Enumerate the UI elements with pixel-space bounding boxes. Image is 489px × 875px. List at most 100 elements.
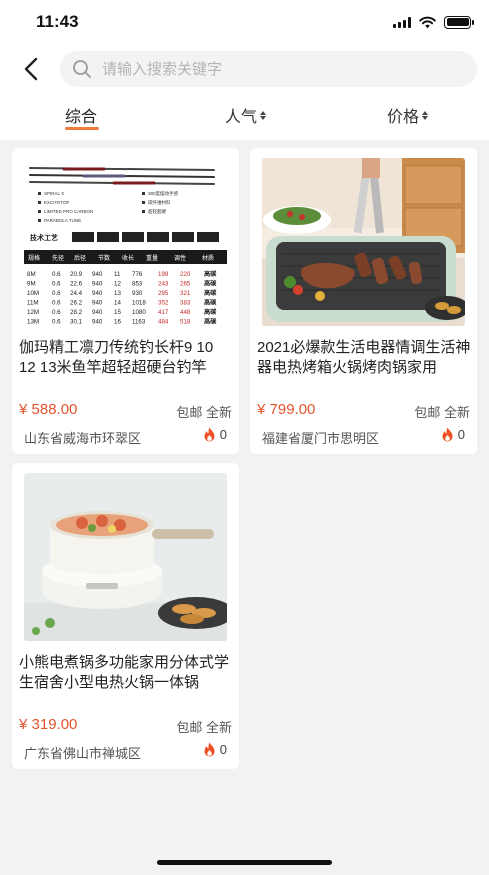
spec-cell: 1080 xyxy=(132,309,146,316)
status-icons xyxy=(393,15,474,29)
search-box[interactable] xyxy=(60,51,477,87)
spec-cell: 11M xyxy=(27,300,39,307)
spec-cell: 1018 xyxy=(132,300,146,307)
spec-cell: 243 xyxy=(158,281,169,288)
tab-price[interactable]: 价格 xyxy=(387,103,429,127)
tab-popularity[interactable]: 人气 xyxy=(225,103,267,127)
spec-cell: 295 xyxy=(158,290,169,297)
heat-count: 0 xyxy=(457,427,465,442)
tab-comprehensive[interactable]: 综合 xyxy=(65,103,97,127)
product-price: ¥ 319.00 xyxy=(19,716,78,733)
heat-indicator: 0 xyxy=(441,427,465,442)
product-tags: 包邮 全新 xyxy=(176,405,232,420)
spec-cell: 高碳 xyxy=(204,308,217,316)
spec-cell: 199 xyxy=(158,271,169,278)
spec-cell: 0.6 xyxy=(52,281,61,288)
spec-header: 调性 xyxy=(174,254,186,262)
spec-cell: 13 xyxy=(114,290,121,297)
spec-cell: 16 xyxy=(114,319,121,326)
spec-cell: 853 xyxy=(132,281,143,288)
product-card[interactable]: 2021必爆款生活电器情调生活神器电热烤箱火锅烤肉锅家用 ¥ 799.00 包邮… xyxy=(250,148,477,454)
spec-header: 规格 xyxy=(28,254,40,262)
product-tags: 包邮 全新 xyxy=(176,720,232,735)
spec-cell: 24.4 xyxy=(70,290,83,297)
wifi-icon xyxy=(419,16,436,28)
spec-cell: 1163 xyxy=(132,319,146,326)
product-price: ¥ 799.00 xyxy=(257,401,316,418)
product-image-electric-grill xyxy=(262,158,465,326)
home-indicator xyxy=(157,860,332,865)
spec-cell: 930 xyxy=(132,290,143,297)
spec-header: 先径 xyxy=(52,254,64,262)
spec-cell: 265 xyxy=(180,281,191,288)
rod-feature: 碳纤维材料 xyxy=(148,199,171,206)
spec-cell: 8M xyxy=(27,271,36,278)
spec-cell: 12M xyxy=(27,309,39,316)
rod-feature: 380度摆动手感 xyxy=(148,190,179,197)
search-input[interactable] xyxy=(102,60,432,78)
spec-cell: 0.6 xyxy=(52,319,61,326)
spec-cell: 15 xyxy=(114,309,121,316)
spec-cell: 448 xyxy=(180,309,191,316)
spec-header: 重量 xyxy=(146,254,158,262)
spec-cell: 940 xyxy=(92,271,103,278)
spec-header: 后径 xyxy=(74,254,86,262)
spec-cell: 13M xyxy=(27,319,39,326)
spec-cell: 0.6 xyxy=(52,300,61,307)
rod-feature: EXCITETOP xyxy=(44,200,69,205)
spec-cell: 高碳 xyxy=(204,299,217,307)
spec-cell: 0.6 xyxy=(52,271,61,278)
status-time: 11:43 xyxy=(36,12,79,31)
tab-label: 人气 xyxy=(225,109,258,126)
rod-feature: LIMITED PRO CARBON xyxy=(44,209,93,214)
spec-header: 节数 xyxy=(98,254,110,262)
chevron-left-icon xyxy=(24,57,38,81)
spec-cell: 776 xyxy=(132,271,143,278)
rod-feature: SPIRAL X xyxy=(44,191,64,196)
product-title: 2021必爆款生活电器情调生活神器电热烤箱火锅烤肉锅家用 xyxy=(257,339,471,376)
product-price: ¥ 588.00 xyxy=(19,401,78,418)
spec-cell: 30.1 xyxy=(70,319,83,326)
spec-cell: 352 xyxy=(158,300,169,307)
spec-header: 材质 xyxy=(202,254,214,262)
product-title: 伽玛精工凛刀传统钓长杆9 10 12 13米鱼竿超轻超硬台钓竿 xyxy=(19,339,214,376)
spec-header: 收长 xyxy=(122,254,134,262)
spec-cell: 高碳 xyxy=(204,280,217,288)
heat-indicator: 0 xyxy=(203,742,227,757)
product-image-electric-pot xyxy=(24,473,227,641)
spec-label: 技术工艺 xyxy=(30,233,58,242)
spec-cell: 14 xyxy=(114,300,121,307)
spec-cell: 0.6 xyxy=(52,309,61,316)
product-image-fishing-rod: SPIRAL X EXCITETOP LIMITED PRO CARBON PA… xyxy=(24,158,227,326)
heat-indicator: 0 xyxy=(203,427,227,442)
spec-cell: 28.2 xyxy=(70,309,83,316)
back-button[interactable] xyxy=(16,54,46,84)
spec-cell: 321 xyxy=(180,290,191,297)
battery-icon xyxy=(444,15,474,29)
spec-cell: 12 xyxy=(114,281,121,288)
spec-cell: 940 xyxy=(92,300,103,307)
heat-count: 0 xyxy=(219,427,227,442)
spec-cell: 高碳 xyxy=(204,270,217,278)
spec-cell: 高碳 xyxy=(204,289,217,297)
flame-icon xyxy=(204,742,215,757)
product-location: 福建省厦门市思明区 xyxy=(262,431,380,446)
spec-cell: 20.9 xyxy=(70,271,83,278)
product-card[interactable]: SPIRAL X EXCITETOP LIMITED PRO CARBON PA… xyxy=(12,148,239,454)
spec-cell: 9M xyxy=(27,281,36,288)
spec-cell: 940 xyxy=(92,319,103,326)
rod-feature: PARABOLA TUNE xyxy=(44,218,81,223)
spec-cell: 940 xyxy=(92,309,103,316)
spec-cell: 220 xyxy=(180,271,191,278)
product-location: 广东省佛山市禅城区 xyxy=(24,746,142,761)
tab-label: 价格 xyxy=(387,109,420,126)
flame-icon xyxy=(204,427,215,442)
spec-cell: 940 xyxy=(92,290,103,297)
spec-cell: 940 xyxy=(92,281,103,288)
spec-cell: 383 xyxy=(180,300,191,307)
product-card[interactable]: 小熊电煮锅多功能家用分体式学生宿舍小型电热火锅一体锅 ¥ 319.00 包邮 全… xyxy=(12,463,239,769)
rod-feature: 超轻超硬 xyxy=(148,208,166,215)
spec-cell: 417 xyxy=(158,309,169,316)
product-tags: 包邮 全新 xyxy=(414,405,470,420)
signal-icon xyxy=(393,16,411,28)
